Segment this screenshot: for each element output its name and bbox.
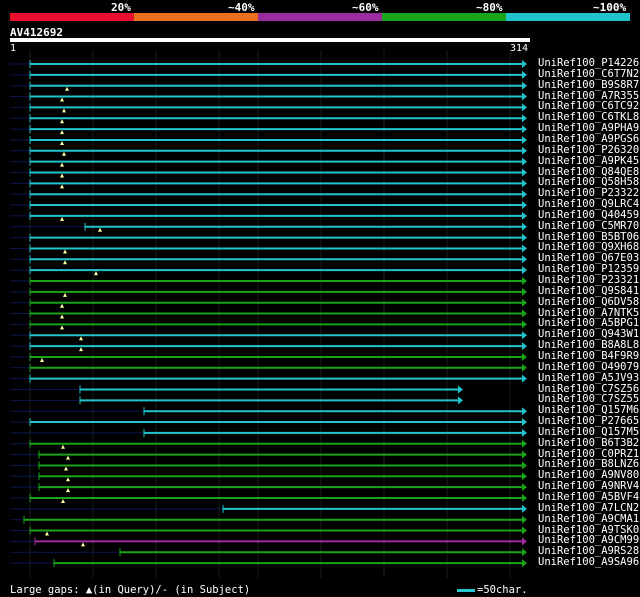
hit-end-arrow	[522, 352, 527, 361]
hit-end-arrow	[522, 320, 527, 329]
hit-end-arrow	[522, 309, 527, 318]
query-gap-marker	[79, 336, 83, 341]
scale-swatch	[457, 589, 475, 592]
query-gap-marker	[62, 108, 66, 113]
hit-end-arrow	[522, 407, 527, 416]
hit-end-arrow	[522, 450, 527, 459]
query-gap-marker	[94, 271, 98, 276]
hit-end-arrow	[522, 537, 527, 546]
query-gap-marker	[61, 499, 65, 503]
query-gap-marker	[60, 162, 64, 167]
hit-accession[interactable]: UniRef100_A5JV93	[538, 372, 639, 384]
hit-end-arrow	[522, 255, 527, 264]
hit-end-arrow	[522, 125, 527, 134]
hit-end-arrow	[522, 374, 527, 383]
query-gap-marker	[60, 303, 64, 308]
query-gap-marker	[79, 347, 83, 352]
query-gap-marker	[60, 216, 64, 221]
query-gap-marker	[81, 542, 85, 547]
query-gap-marker	[60, 97, 64, 102]
query-gap-marker	[64, 466, 68, 471]
hit-end-arrow	[522, 179, 527, 188]
query-gap-marker	[60, 130, 64, 135]
query-gap-marker	[63, 260, 67, 265]
query-gap-marker	[60, 325, 64, 330]
hit-end-arrow	[522, 461, 527, 470]
hit-end-arrow	[522, 60, 527, 68]
query-gap-marker	[63, 249, 67, 254]
hit-end-arrow	[522, 298, 527, 307]
query-gap-marker	[61, 444, 65, 449]
hit-end-arrow	[522, 342, 527, 351]
hit-accession[interactable]: UniRef100_A9PK45	[538, 155, 639, 167]
hit-accession[interactable]: UniRef100_A9SA96	[538, 557, 639, 568]
query-gap-marker	[66, 488, 70, 493]
query-gap-marker	[66, 455, 70, 460]
hit-end-arrow	[522, 439, 527, 448]
hit-end-arrow	[522, 70, 527, 79]
query-gap-marker	[63, 292, 67, 297]
hit-end-arrow	[522, 211, 527, 220]
scale-label: =50char.	[477, 584, 528, 596]
hit-end-arrow	[522, 504, 527, 513]
hit-end-arrow	[458, 396, 463, 405]
query-gap-marker	[60, 119, 64, 124]
hit-end-arrow	[522, 472, 527, 481]
hit-end-arrow	[522, 146, 527, 155]
gap-legend: Large gaps: ▲(in Query)/- (in Subject)	[10, 584, 251, 596]
hit-end-arrow	[522, 81, 527, 90]
hit-end-arrow	[522, 157, 527, 166]
hit-end-arrow	[522, 287, 527, 296]
hit-end-arrow	[522, 168, 527, 177]
hit-end-arrow	[522, 190, 527, 199]
hit-end-arrow	[522, 428, 527, 437]
hit-end-arrow	[522, 363, 527, 372]
query-gap-marker	[60, 140, 64, 145]
hit-end-arrow	[522, 548, 527, 557]
hit-end-arrow	[522, 114, 527, 123]
hit-end-arrow	[458, 385, 463, 394]
hit-end-arrow	[522, 92, 527, 101]
query-gap-marker	[40, 357, 44, 362]
hit-end-arrow	[522, 233, 527, 242]
query-gap-marker	[62, 151, 66, 156]
query-gap-marker	[60, 184, 64, 189]
query-gap-marker	[60, 314, 64, 319]
hit-end-arrow	[522, 559, 527, 568]
hit-end-arrow	[522, 483, 527, 492]
hit-end-arrow	[522, 135, 527, 144]
hit-end-arrow	[522, 331, 527, 340]
hit-end-arrow	[522, 494, 527, 502]
hit-end-arrow	[522, 103, 527, 112]
query-gap-marker	[65, 86, 69, 91]
query-gap-marker	[45, 531, 49, 536]
hit-end-arrow	[522, 277, 527, 285]
hit-end-arrow	[522, 515, 527, 524]
hit-end-arrow	[522, 244, 527, 253]
hit-end-arrow	[522, 266, 527, 275]
query-gap-marker	[60, 173, 64, 178]
hit-end-arrow	[522, 222, 527, 231]
query-gap-marker	[98, 227, 102, 232]
hit-end-arrow	[522, 526, 527, 535]
hit-end-arrow	[522, 418, 527, 427]
query-gap-marker	[66, 477, 70, 482]
hit-end-arrow	[522, 201, 527, 210]
